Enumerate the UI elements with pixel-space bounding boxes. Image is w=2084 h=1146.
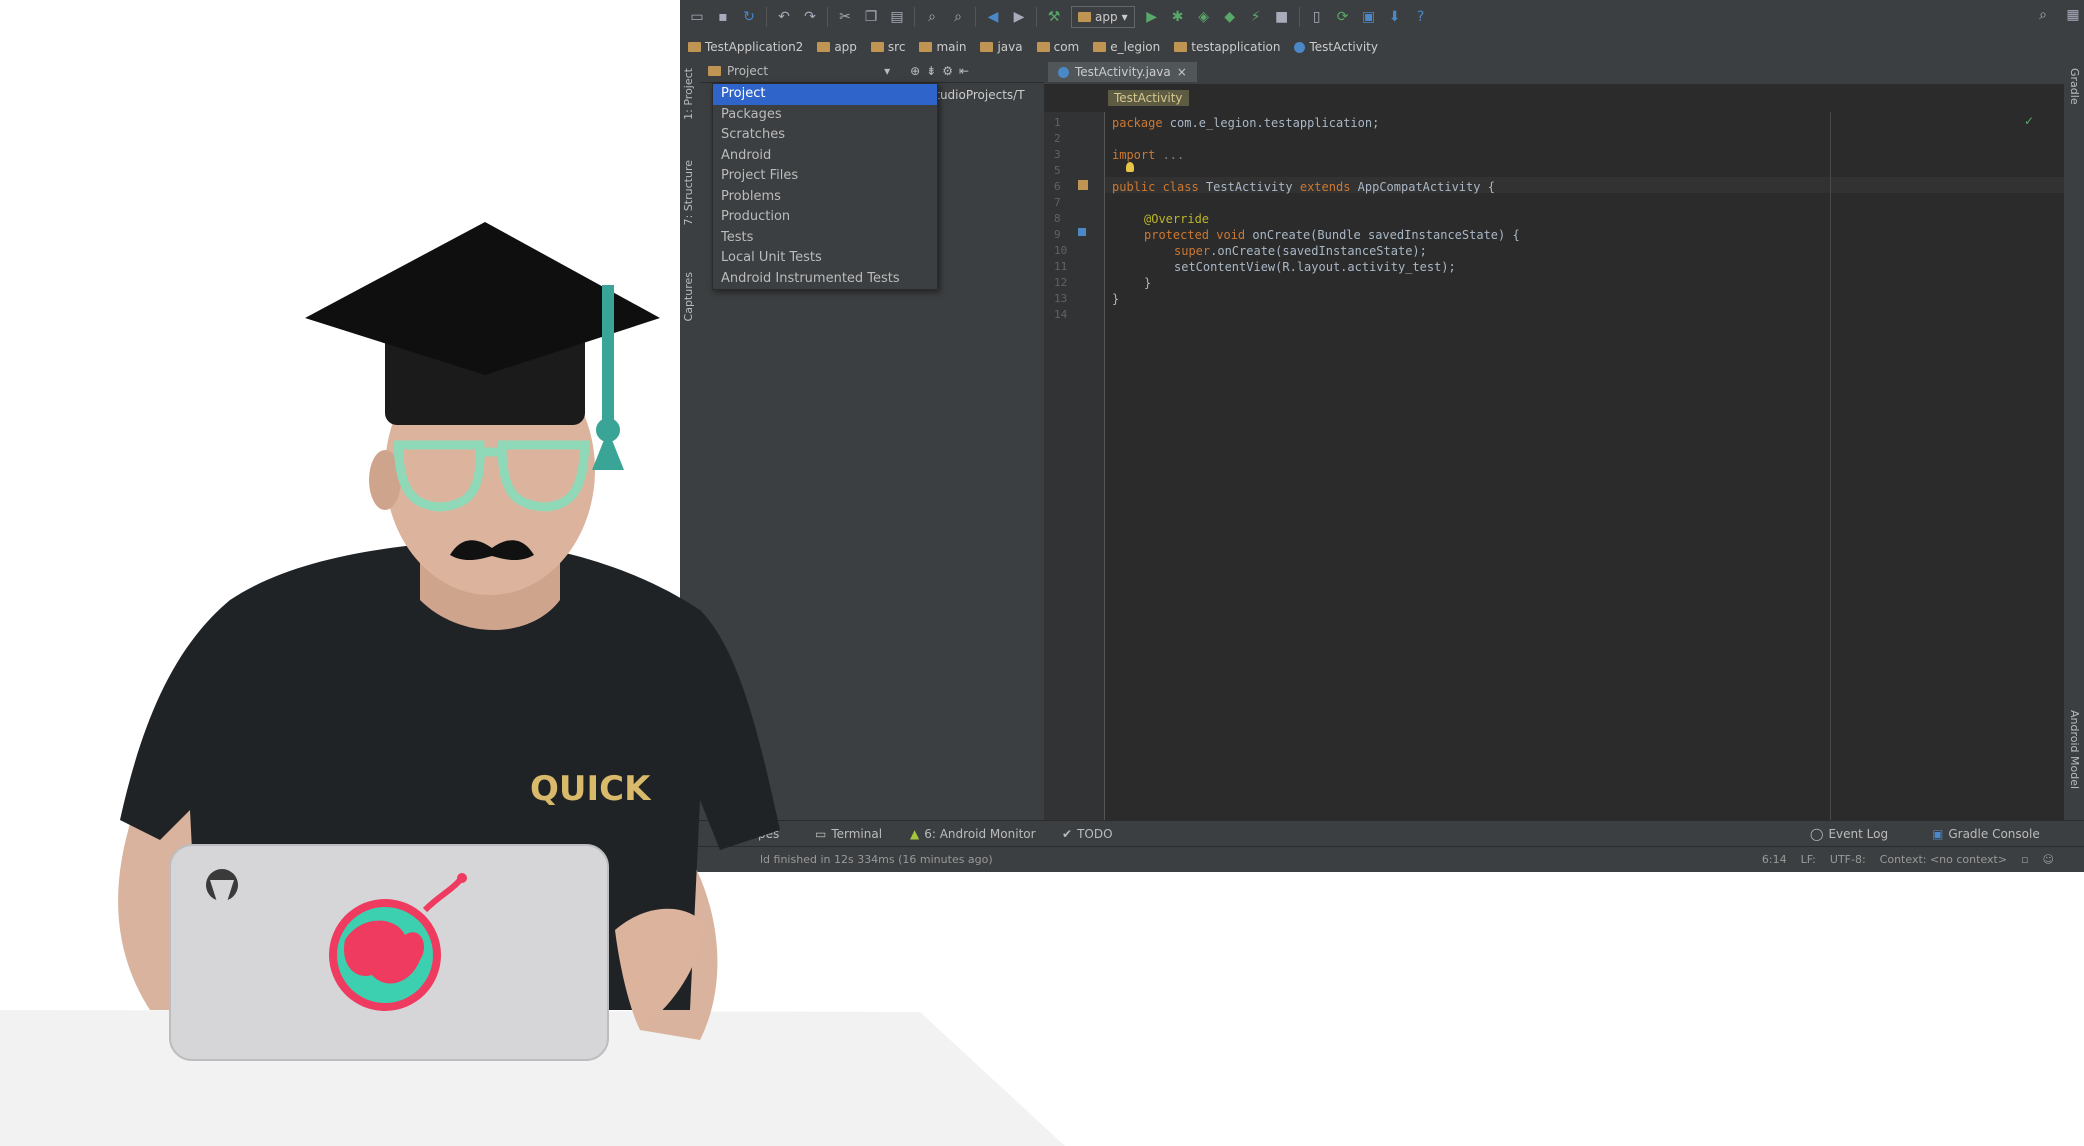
inspector-icon[interactable]: ☺ — [2043, 853, 2054, 866]
code-line: import ... — [1112, 148, 1184, 162]
class-breadcrumb-badge[interactable]: TestActivity — [1108, 90, 1189, 106]
class-icon — [1294, 41, 1306, 53]
chevron-down-icon: ▾ — [1121, 10, 1128, 24]
code-text: onCreate(Bundle savedInstanceState) { — [1245, 228, 1520, 242]
tab-test-activity[interactable]: TestActivity.java × — [1048, 62, 1197, 82]
code-text: AppCompatActivity { — [1350, 180, 1495, 194]
code-text: setContentView(R.layout.activity_test); — [1174, 260, 1456, 274]
editor-tab-bar: TestActivity.java × — [1044, 60, 2064, 85]
breadcrumb-item[interactable]: testapplication — [1174, 40, 1280, 54]
keyword: package — [1112, 116, 1163, 130]
android-activity-icon[interactable] — [1078, 180, 1088, 190]
bottom-tab-label: Event Log — [1828, 827, 1889, 841]
sdk-manager-icon[interactable]: ⬇ — [1386, 8, 1404, 26]
close-icon[interactable]: × — [1177, 65, 1187, 79]
bottom-tab-label: Gradle Console — [1948, 827, 2040, 841]
code-line: setContentView(R.layout.activity_test); — [1174, 260, 1456, 274]
keyword: super — [1174, 244, 1211, 258]
presenter-scene: QUICK — [0, 222, 1065, 1146]
avd-manager-icon[interactable]: ▣ — [1360, 8, 1378, 26]
keyword: protected void — [1144, 228, 1246, 242]
bottom-tab-gradle-console[interactable]: ▣ Gradle Console — [1932, 827, 2040, 841]
class-name: TestActivity — [1198, 180, 1300, 194]
keyword: import — [1112, 148, 1156, 162]
keyword: extends — [1299, 180, 1351, 194]
run-icon[interactable]: ▶ — [1143, 8, 1161, 26]
right-tool-strip: Gradle Android Model — [2063, 60, 2084, 820]
debug-icon[interactable]: ✱ — [1169, 8, 1187, 26]
breadcrumb-item[interactable]: e_legion — [1093, 40, 1160, 54]
caret-position[interactable]: 6:14 — [1762, 853, 1787, 866]
bottom-tab-event-log[interactable]: ◯ Event Log — [1810, 827, 1888, 841]
code-text: } — [1144, 276, 1152, 290]
tool-tab-gradle[interactable]: Gradle — [2068, 68, 2081, 105]
file-encoding[interactable]: UTF-8: — [1830, 853, 1866, 866]
event-notification-icon[interactable]: ▦ — [2064, 6, 2082, 24]
device-icon[interactable]: ▯ — [1308, 8, 1326, 26]
code-line: } — [1144, 276, 1151, 290]
apply-changes-icon[interactable]: ⚡ — [1247, 8, 1265, 26]
breadcrumb-label: e_legion — [1110, 40, 1161, 54]
keyword: public class — [1112, 180, 1199, 194]
annotation: @Override — [1144, 212, 1210, 226]
breadcrumb-label: TestActivity — [1309, 40, 1378, 54]
folder-icon — [1093, 42, 1107, 52]
run-config-label: app — [1095, 10, 1118, 24]
context-indicator[interactable]: Context: <no context> — [1880, 853, 2007, 866]
shirt-logo-text: QUICK — [530, 769, 652, 809]
module-icon — [1078, 12, 1091, 22]
help-icon[interactable]: ? — [1412, 8, 1430, 26]
tab-label: TestActivity.java — [1075, 65, 1171, 79]
lock-icon[interactable]: ▫ — [2021, 853, 2028, 866]
code-line: } — [1112, 292, 1119, 306]
lightbulb-icon[interactable] — [1126, 162, 1134, 172]
code-text: .onCreate(savedInstanceState); — [1210, 244, 1427, 258]
coverage-icon[interactable]: ◈ — [1195, 8, 1213, 26]
code-text: com.e_legion.testapplication; — [1162, 116, 1380, 130]
code-line: @Override — [1144, 212, 1209, 226]
line-separator[interactable]: LF: — [1801, 853, 1816, 866]
code-editor[interactable]: TestActivity 1 2 3 5 6 7 8 9 10 11 12 13… — [1044, 84, 2064, 820]
tassel — [592, 430, 624, 470]
right-margin-guide — [1830, 112, 1831, 820]
gradle-icon: ▣ — [1932, 827, 1944, 841]
code-text: } — [1112, 292, 1120, 306]
breadcrumb-item[interactable]: TestActivity — [1294, 40, 1378, 54]
code-line: package com.e_legion.testapplication; — [1112, 116, 1379, 130]
toolbar-divider — [1298, 7, 1300, 27]
code-line: protected void onCreate(Bundle savedInst… — [1144, 228, 1520, 242]
breadcrumb-label: testapplication — [1191, 40, 1281, 54]
run-config-select[interactable]: app ▾ — [1071, 6, 1135, 28]
gradle-sync-icon[interactable]: ⟳ — [1334, 8, 1352, 26]
override-method-icon[interactable] — [1078, 228, 1086, 236]
bottom-tab-label: TODO — [1077, 827, 1113, 841]
search-everywhere-icon[interactable]: ⌕ — [2034, 6, 2052, 24]
event-log-icon: ◯ — [1810, 827, 1824, 841]
tool-tab-android-model[interactable]: Android Model — [2068, 710, 2081, 789]
folder-icon — [1174, 42, 1188, 52]
code-line: public class TestActivity extends AppCom… — [1112, 180, 1495, 194]
stop-icon[interactable]: ■ — [1273, 8, 1291, 26]
profile-icon[interactable]: ◆ — [1221, 8, 1239, 26]
folded-imports[interactable]: ... — [1155, 148, 1185, 162]
checkmark-icon: ✓ — [2023, 114, 2034, 128]
code-line: super.onCreate(savedInstanceState); — [1174, 244, 1427, 258]
